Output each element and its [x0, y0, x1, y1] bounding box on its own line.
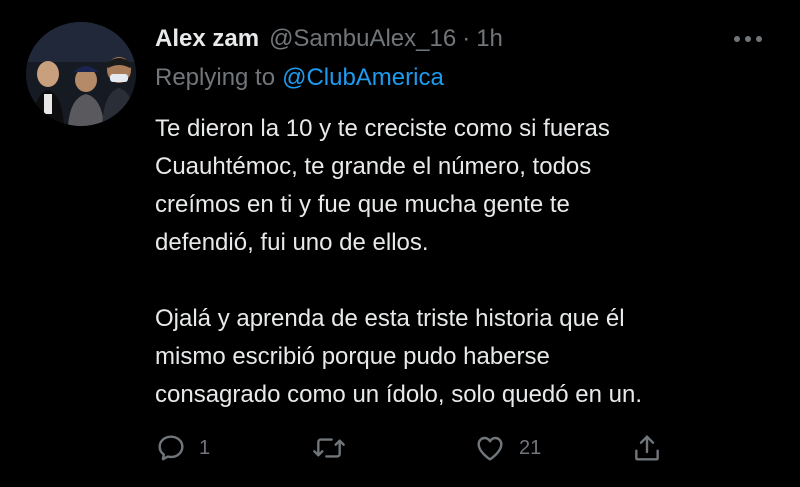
timestamp[interactable]: 1h [476, 25, 503, 53]
tweet-actions: 1 21 [155, 428, 675, 468]
separator-dot: · [462, 25, 471, 52]
share-button[interactable] [631, 428, 663, 468]
replying-to: Replying to @ClubAmerica [155, 64, 444, 92]
reply-button[interactable]: 1 [155, 428, 210, 468]
avatar-photo [26, 22, 136, 126]
tweet[interactable]: Alex zam @SambuAlex_16 · 1h Replying to @… [0, 0, 800, 487]
heart-icon [477, 436, 503, 461]
tweet-text-line: defendió, fui uno de ellos. [155, 229, 429, 256]
more-options-button[interactable] [728, 26, 768, 52]
share-icon [635, 435, 659, 461]
more-horizontal-icon [734, 36, 762, 42]
tweet-text-line: consagrado como un ídolo, solo quedó en … [155, 381, 643, 408]
tweet-text-line: Cuauhtémoc, te grande el número, todos [155, 153, 592, 180]
reply-count: 1 [199, 436, 211, 459]
replying-to-label: Replying to [155, 64, 276, 91]
comment-bubble-icon [158, 435, 184, 461]
tweet-text: Te dieron la 10 y te creciste como si fu… [155, 110, 775, 414]
tweet-text-line: Ojalá y aprenda de esta triste historia … [155, 305, 625, 332]
tweet-text-line: creímos en ti y fue que mucha gente te [155, 191, 570, 218]
like-button[interactable]: 21 [473, 428, 541, 468]
retweet-icon [313, 438, 345, 458]
retweet-button[interactable] [311, 428, 359, 468]
like-count: 21 [519, 436, 542, 459]
tweet-text-line: Te dieron la 10 y te creciste como si fu… [155, 115, 610, 142]
tweet-header: Alex zam @SambuAlex_16 · 1h [155, 24, 503, 54]
author-name[interactable]: Alex zam [155, 25, 259, 53]
tweet-text-line: mismo escribió porque pudo haberse [155, 343, 550, 370]
author-handle[interactable]: @SambuAlex_16 [269, 25, 456, 53]
replying-to-mention[interactable]: @ClubAmerica [282, 64, 444, 91]
avatar[interactable] [26, 22, 136, 126]
